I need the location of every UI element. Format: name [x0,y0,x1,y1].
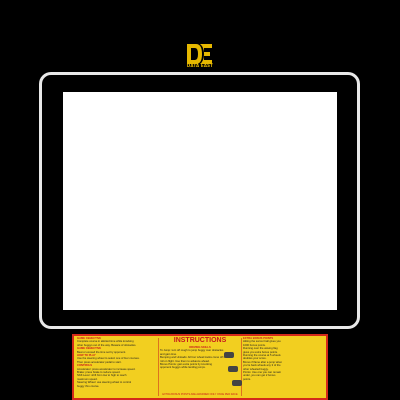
game-screen [63,92,337,310]
card-divider [158,338,159,396]
instruction-line: buggy thru course. [77,384,100,388]
buggy-illustration-icon [232,380,242,386]
logo-text: DATA EAST [186,63,214,68]
instructions-left-column: GAME OBJECTIVE Complete course in allott… [77,337,157,388]
instructions-title: INSTRUCTIONS [173,337,227,344]
buggy-illustration-icon [228,366,238,372]
instructions-footer: EXTRA BONUS POINTS ARE AWARDED ONLY ONCE… [162,393,238,396]
buggy-illustration-icon [224,352,234,358]
card-divider [241,338,242,396]
instruction-card: GAME OBJECTIVE Complete course in allott… [72,334,328,400]
instructions-right-column: EXTRA BONUS POINTS Hitting the soccer ba… [243,337,325,381]
instruction-line: points. [243,377,251,381]
